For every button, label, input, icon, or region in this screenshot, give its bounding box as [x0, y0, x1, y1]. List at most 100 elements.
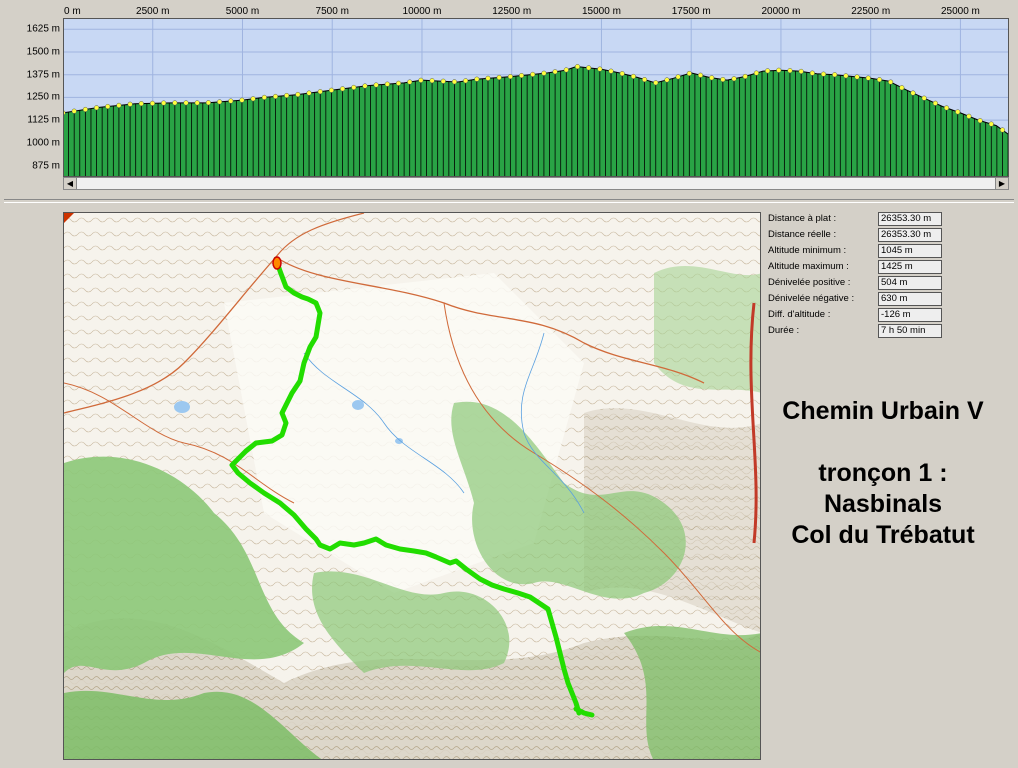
waypoint-dot[interactable] — [317, 89, 323, 95]
waypoint-dot[interactable] — [340, 86, 346, 92]
waypoint-dot[interactable] — [630, 73, 636, 79]
waypoint-dot[interactable] — [832, 72, 838, 78]
waypoint-dot[interactable] — [988, 121, 994, 127]
waypoint-dot[interactable] — [474, 76, 480, 82]
waypoint-dot[interactable] — [351, 84, 357, 90]
waypoint-dot[interactable] — [619, 71, 625, 77]
waypoint-dot[interactable] — [999, 127, 1006, 133]
waypoint-dot[interactable] — [765, 68, 771, 74]
waypoint-dot[interactable] — [250, 96, 256, 102]
stat-value-field[interactable]: 1425 m — [878, 260, 942, 274]
waypoint-dot[interactable] — [552, 69, 558, 75]
waypoint-dot[interactable] — [518, 72, 525, 79]
waypoint-dot[interactable] — [485, 75, 491, 81]
waypoint-dot[interactable] — [731, 76, 737, 82]
horizontal-scrollbar[interactable]: ◀ ▶ — [63, 177, 1009, 190]
waypoint-dot[interactable] — [977, 118, 983, 124]
waypoint-dot[interactable] — [138, 101, 144, 107]
waypoint-dot[interactable] — [261, 94, 267, 100]
waypoint-dot[interactable] — [306, 90, 312, 96]
stat-value-field[interactable]: -126 m — [878, 308, 942, 322]
waypoint-dot[interactable] — [720, 76, 726, 83]
waypoint-dot[interactable] — [843, 73, 849, 79]
waypoint-dot[interactable] — [362, 83, 368, 89]
waypoint-dot[interactable] — [664, 77, 670, 83]
map-canvas[interactable] — [64, 213, 761, 760]
waypoint-dot[interactable] — [697, 72, 704, 78]
waypoint-dot[interactable] — [71, 108, 77, 114]
waypoint-dot[interactable] — [809, 70, 815, 76]
waypoint-dot[interactable] — [127, 101, 133, 107]
stat-value-field[interactable]: 1045 m — [878, 244, 942, 258]
waypoint-dot[interactable] — [205, 100, 211, 106]
waypoint-dot[interactable] — [373, 82, 379, 88]
waypoint-dot[interactable] — [94, 105, 100, 111]
waypoint-dot[interactable] — [921, 95, 927, 101]
waypoint-dot[interactable] — [899, 85, 905, 91]
waypoint-dot[interactable] — [574, 64, 581, 70]
waypoint-dot[interactable] — [753, 70, 759, 76]
waypoint-dot[interactable] — [228, 98, 234, 104]
title-spacer — [766, 427, 1000, 458]
waypoint-dot[interactable] — [776, 67, 782, 73]
waypoint-dot[interactable] — [597, 66, 603, 72]
waypoint-dot[interactable] — [586, 65, 592, 71]
waypoint-dot[interactable] — [530, 71, 536, 77]
stat-value-field[interactable]: 630 m — [878, 292, 942, 306]
waypoint-dot[interactable] — [295, 91, 301, 98]
waypoint-dot[interactable] — [149, 100, 156, 106]
waypoint-dot[interactable] — [563, 67, 569, 73]
waypoint-dot[interactable] — [742, 73, 748, 80]
waypoint-dot[interactable] — [865, 75, 871, 81]
waypoint-dot[interactable] — [943, 105, 950, 111]
waypoint-dot[interactable] — [910, 90, 916, 96]
waypoint-dot[interactable] — [876, 77, 882, 83]
stat-value-field[interactable]: 26353.30 m — [878, 228, 942, 242]
waypoint-dot[interactable] — [709, 75, 715, 81]
waypoint-dot[interactable] — [798, 68, 804, 74]
waypoint-dot[interactable] — [172, 100, 178, 106]
start-marker-icon[interactable] — [272, 256, 282, 270]
waypoint-dot[interactable] — [642, 77, 648, 83]
waypoint-dot[interactable] — [328, 87, 334, 93]
waypoint-dot[interactable] — [496, 74, 502, 81]
waypoint-dot[interactable] — [194, 100, 200, 106]
scroll-left-icon[interactable]: ◀ — [64, 178, 77, 189]
waypoint-dot[interactable] — [686, 70, 692, 77]
waypoint-dot[interactable] — [161, 100, 167, 106]
waypoint-dot[interactable] — [217, 99, 223, 105]
waypoint-dot[interactable] — [463, 78, 469, 84]
waypoint-dot[interactable] — [966, 113, 972, 119]
waypoint-dot[interactable] — [653, 80, 659, 86]
stat-value-field[interactable]: 26353.30 m — [878, 212, 942, 226]
waypoint-dot[interactable] — [116, 102, 122, 108]
waypoint-dot[interactable] — [854, 74, 860, 80]
waypoint-dot[interactable] — [541, 70, 547, 76]
waypoint-dot[interactable] — [440, 78, 446, 84]
waypoint-dot[interactable] — [608, 68, 614, 74]
topographic-map[interactable] — [63, 212, 761, 760]
waypoint-dot[interactable] — [955, 109, 961, 115]
waypoint-dot[interactable] — [384, 81, 390, 87]
waypoint-dot[interactable] — [932, 100, 938, 106]
waypoint-dot[interactable] — [407, 79, 413, 85]
waypoint-dot[interactable] — [183, 100, 189, 106]
waypoint-dot[interactable] — [888, 79, 894, 85]
waypoint-dot[interactable] — [418, 77, 424, 83]
waypoint-dot[interactable] — [82, 106, 88, 113]
stat-value-field[interactable]: 504 m — [878, 276, 942, 290]
waypoint-dot[interactable] — [395, 80, 402, 86]
scroll-right-icon[interactable]: ▶ — [995, 178, 1008, 189]
waypoint-dot[interactable] — [272, 93, 279, 99]
waypoint-dot[interactable] — [429, 78, 435, 84]
stat-value-field[interactable]: 7 h 50 min — [878, 324, 942, 338]
waypoint-dot[interactable] — [239, 97, 245, 103]
waypoint-dot[interactable] — [105, 103, 111, 110]
waypoint-dot[interactable] — [820, 71, 827, 77]
elevation-chart[interactable] — [63, 18, 1009, 177]
waypoint-dot[interactable] — [284, 92, 290, 99]
waypoint-dot[interactable] — [787, 68, 793, 74]
waypoint-dot[interactable] — [675, 74, 681, 80]
waypoint-dot[interactable] — [507, 74, 513, 80]
waypoint-dot[interactable] — [451, 79, 457, 85]
